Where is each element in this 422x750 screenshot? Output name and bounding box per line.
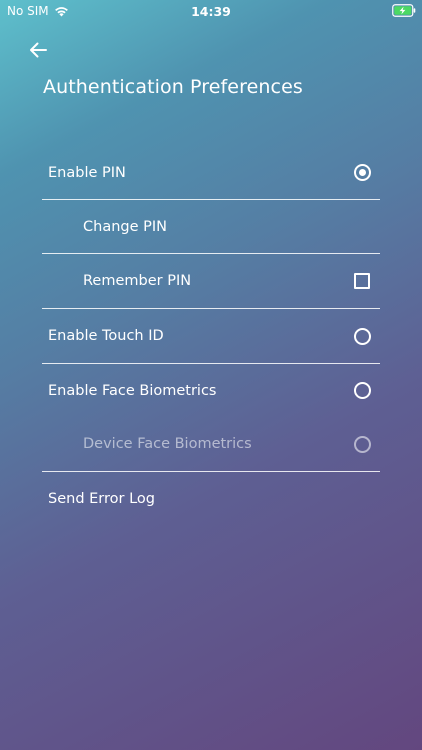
remember-pin-label: Remember PIN xyxy=(83,273,192,289)
device-face-biometrics-label: Device Face Biometrics xyxy=(83,436,252,452)
send-error-log-row[interactable]: Send Error Log xyxy=(42,472,380,525)
status-time: 14:39 xyxy=(191,4,231,19)
enable-pin-label: Enable PIN xyxy=(48,164,126,181)
change-pin-label: Change PIN xyxy=(83,218,167,235)
radio-disabled-icon xyxy=(353,435,371,453)
back-button[interactable] xyxy=(24,36,52,64)
battery-charging-icon xyxy=(392,4,416,17)
enable-touch-id-label: Enable Touch ID xyxy=(48,328,164,344)
page-title: Authentication Preferences xyxy=(43,76,303,98)
enable-pin-row[interactable]: Enable PIN xyxy=(42,146,380,200)
send-error-log-label: Send Error Log xyxy=(48,490,155,507)
device-face-biometrics-radio xyxy=(352,434,372,454)
remember-pin-checkbox[interactable] xyxy=(352,271,372,291)
device-face-biometrics-row: Device Face Biometrics xyxy=(42,417,380,472)
enable-face-biometrics-row[interactable]: Enable Face Biometrics xyxy=(42,364,380,417)
enable-touch-id-row[interactable]: Enable Touch ID xyxy=(42,309,380,364)
enable-face-biometrics-radio[interactable] xyxy=(352,381,372,401)
change-pin-row[interactable]: Change PIN xyxy=(42,200,380,254)
enable-face-biometrics-label: Enable Face Biometrics xyxy=(48,382,217,399)
settings-list: Enable PIN Change PIN Remember PIN Enabl… xyxy=(42,146,380,525)
radio-unselected-icon xyxy=(353,327,371,345)
radio-unselected-icon xyxy=(353,382,371,399)
enable-pin-radio[interactable] xyxy=(352,163,372,183)
remember-pin-row[interactable]: Remember PIN xyxy=(42,254,380,309)
arrow-left-icon xyxy=(30,42,47,58)
enable-touch-id-radio[interactable] xyxy=(352,326,372,346)
checkbox-unchecked-icon xyxy=(354,273,370,289)
status-bar: No SIM 14:39 xyxy=(0,0,422,22)
radio-selected-icon xyxy=(353,164,371,181)
